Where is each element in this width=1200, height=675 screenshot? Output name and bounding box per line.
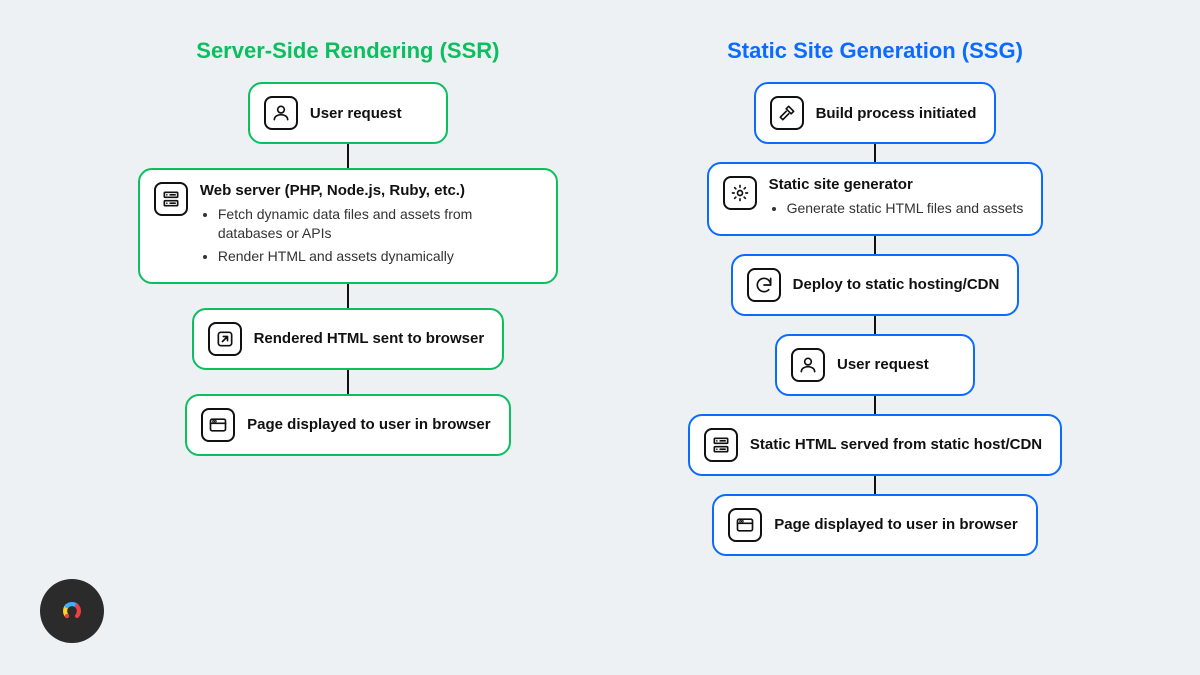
step-title: Static site generator [769,176,1024,193]
ssg-step: Build process initiated [754,82,997,144]
ssr-steps: User request Web server (PHP, Node.js, Ru… [138,82,558,456]
ssg-step: Deploy to static hosting/CDN [731,254,1020,316]
ssg-step: Static HTML served from static host/CDN [688,414,1062,476]
step-title: Page displayed to user in browser [774,516,1017,533]
step-body: Rendered HTML sent to browser [254,322,485,356]
step-body: User request [837,348,929,382]
connector [874,476,876,494]
step-body: Build process initiated [816,96,977,130]
connector [347,284,349,308]
step-bullet: Render HTML and assets dynamically [218,247,538,266]
sync-icon [747,268,781,302]
connector [874,316,876,334]
step-bullet: Fetch dynamic data files and assets from… [218,205,538,243]
server-icon [704,428,738,462]
step-body: Page displayed to user in browser [774,508,1017,542]
step-body: User request [310,96,402,130]
ssg-step: User request [775,334,975,396]
step-title: Rendered HTML sent to browser [254,330,485,347]
step-bullets: Fetch dynamic data files and assets from… [200,205,538,270]
browser-icon [201,408,235,442]
connector [874,396,876,414]
ssg-title: Static Site Generation (SSG) [727,38,1023,64]
user-icon [264,96,298,130]
step-title: Page displayed to user in browser [247,416,490,433]
ssr-column: Server-Side Rendering (SSR) User request… [138,38,558,556]
ssg-step: Static site generator Generate static HTM… [707,162,1044,236]
hammer-icon [770,96,804,130]
connector [347,370,349,394]
step-bullet: Generate static HTML files and assets [787,199,1024,218]
server-icon [154,182,188,216]
ssr-step: User request [248,82,448,144]
ssr-step: Rendered HTML sent to browser [192,308,505,370]
ssr-step: Page displayed to user in browser [185,394,510,456]
browser-icon [728,508,762,542]
contentful-logo [40,579,104,643]
ssg-steps: Build process initiated Static site gener… [688,82,1062,556]
connector [874,236,876,254]
step-body: Web server (PHP, Node.js, Ruby, etc.) Fet… [200,182,538,270]
step-title: Deploy to static hosting/CDN [793,276,1000,293]
step-body: Static site generator Generate static HTM… [769,176,1024,222]
step-title: Static HTML served from static host/CDN [750,436,1042,453]
ssg-column: Static Site Generation (SSG) Build proce… [688,38,1062,556]
step-bullets: Generate static HTML files and assets [769,199,1024,222]
step-body: Page displayed to user in browser [247,408,490,442]
ssr-step: Web server (PHP, Node.js, Ruby, etc.) Fet… [138,168,558,284]
user-icon [791,348,825,382]
diagram-columns: Server-Side Rendering (SSR) User request… [0,0,1200,556]
step-title: User request [837,356,929,373]
ssg-step: Page displayed to user in browser [712,494,1037,556]
step-title: Build process initiated [816,105,977,122]
connector [874,144,876,162]
ssr-title: Server-Side Rendering (SSR) [196,38,499,64]
step-title: User request [310,105,402,122]
connector [347,144,349,168]
step-body: Deploy to static hosting/CDN [793,268,1000,302]
step-body: Static HTML served from static host/CDN [750,428,1042,462]
gear-icon [723,176,757,210]
send-icon [208,322,242,356]
step-title: Web server (PHP, Node.js, Ruby, etc.) [200,182,538,199]
